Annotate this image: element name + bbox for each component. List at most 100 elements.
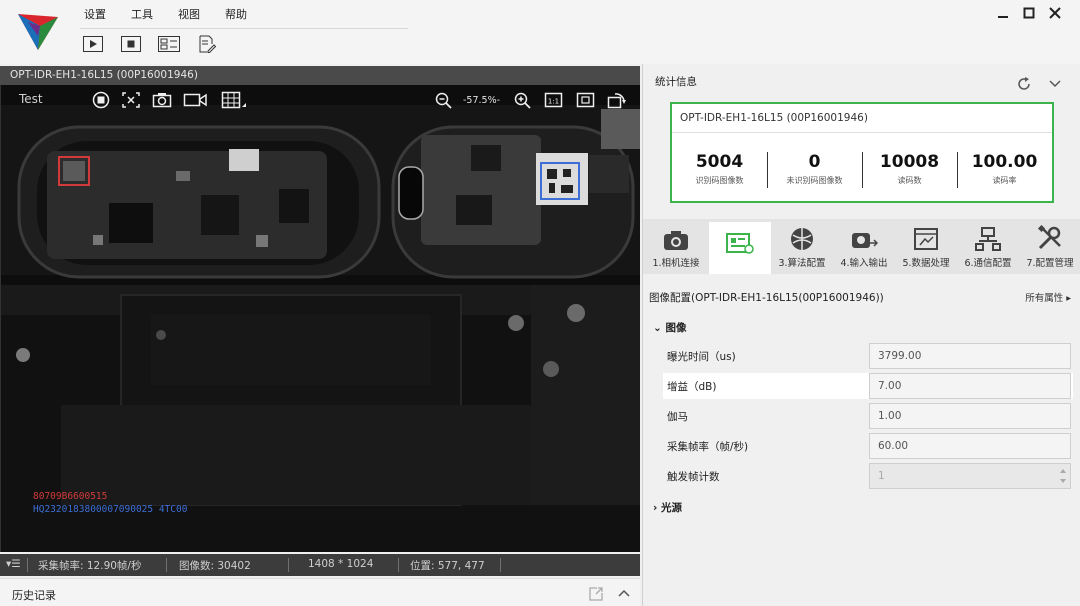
video-icon[interactable] — [183, 91, 209, 109]
tab-label: 5.数据处理 — [902, 258, 950, 269]
tab-config-management[interactable]: 7.配置管理 — [1019, 219, 1080, 274]
data-processing-icon — [914, 228, 938, 250]
param-input[interactable]: 3799.00 — [869, 343, 1071, 369]
tab-label: 3.算法配置 — [778, 258, 826, 269]
tab-io[interactable]: 4.输入输出 — [833, 219, 895, 274]
tab-label: 7.配置管理 — [1026, 258, 1074, 269]
mode-label[interactable]: Test — [19, 92, 43, 106]
edit-button[interactable] — [196, 35, 218, 53]
menu-tools[interactable]: 工具 — [131, 6, 153, 22]
status-menu-icon[interactable]: ▾☰ — [6, 558, 21, 570]
export-icon[interactable] — [588, 586, 604, 602]
param-name: 伽马 — [667, 411, 688, 423]
collapse-up-icon[interactable] — [617, 587, 631, 599]
menu-settings[interactable]: 设置 — [84, 6, 106, 22]
zoom-out-icon[interactable] — [434, 91, 454, 109]
fit-window-icon[interactable] — [576, 91, 596, 109]
menu-bar: 设置 工具 视图 帮助 — [84, 6, 272, 22]
stat-label: 读码数 — [897, 176, 922, 185]
rotate-icon[interactable] — [607, 91, 627, 109]
history-label: 历史记录 — [12, 589, 56, 602]
image-config-icon — [726, 233, 754, 254]
param-input[interactable]: 1.00 — [869, 403, 1071, 429]
stop-icon — [121, 36, 141, 52]
param-input[interactable]: 60.00 — [869, 433, 1071, 459]
refresh-icon[interactable] — [1016, 76, 1032, 92]
tab-data-processing[interactable]: 5.数据处理 — [895, 219, 957, 274]
input-output-icon — [852, 233, 878, 248]
zoom-in-icon[interactable] — [513, 91, 533, 109]
stat-read-rate: 100.00 读码率 — [957, 152, 1052, 186]
stats-device-name: OPT-IDR-EH1-16L15 (00P16001946) — [680, 112, 868, 124]
maximize-button[interactable] — [1016, 4, 1042, 22]
param-row-framerate: 采集帧率（帧/秒) 60.00 — [663, 433, 1073, 459]
config-tabs: 1.相机连接 3.算法配置 4.输入输出 5.数据处理 6.通信配置 7.配置管… — [643, 219, 1080, 274]
target-icon[interactable] — [121, 91, 141, 109]
right-panel: 统计信息 OPT-IDR-EH1-16L15 (00P16001946) 500… — [642, 64, 1080, 606]
status-image-count: 图像数: 30402 — [179, 560, 251, 572]
window-controls — [990, 4, 1068, 22]
play-button[interactable] — [82, 35, 104, 53]
close-button[interactable] — [1042, 4, 1068, 22]
stat-recognized: 5004 识别码图像数 — [672, 152, 767, 186]
param-name: 曝光时间（us) — [667, 351, 736, 363]
tab-label: 1.相机连接 — [652, 258, 700, 269]
spin-arrows-icon[interactable] — [1059, 467, 1067, 485]
tab-camera-connect[interactable]: 1.相机连接 — [645, 219, 707, 274]
camera-viewport[interactable]: Test -57.5%- 1:1 80709B6600515 HQ2320183… — [0, 85, 640, 552]
stop-circle-icon[interactable] — [91, 91, 111, 109]
group-label: 光源 — [660, 502, 682, 514]
app-logo — [18, 14, 58, 50]
status-divider — [27, 558, 28, 572]
grid-icon[interactable] — [221, 91, 247, 109]
actual-size-icon[interactable]: 1:1 — [544, 91, 564, 109]
group-light[interactable]: › 光源 — [653, 500, 682, 515]
param-name: 采集帧率（帧/秒) — [667, 441, 749, 453]
stat-value: 10008 — [879, 152, 940, 172]
tools-icon — [1037, 225, 1061, 250]
config-title: 图像配置(OPT-IDR-EH1-16L15(00P16001946)) — [649, 292, 884, 304]
close-icon — [1049, 7, 1061, 19]
camera-image — [1, 85, 640, 552]
group-label: 图像 — [665, 322, 687, 334]
tab-label: 4.输入输出 — [840, 258, 888, 269]
menu-view[interactable]: 视图 — [178, 6, 200, 22]
chevron-down-icon[interactable] — [1048, 76, 1062, 90]
param-name: 触发帧计数 — [667, 471, 720, 483]
history-panel: 历史记录 — [0, 578, 640, 606]
tab-communication[interactable]: 6.通信配置 — [957, 219, 1019, 274]
config-header: 图像配置(OPT-IDR-EH1-16L15(00P16001946)) 所有属… — [643, 284, 1080, 308]
minimize-icon — [998, 16, 1008, 18]
layout-icon — [158, 36, 180, 52]
menu-help[interactable]: 帮助 — [225, 6, 247, 22]
menu-divider — [80, 28, 408, 29]
stats-actions — [1016, 76, 1062, 92]
play-icon — [83, 36, 103, 52]
status-fps: 采集帧率: 12.90帧/秒 — [38, 560, 142, 572]
svg-text:1:1: 1:1 — [548, 98, 559, 106]
tab-label: 6.通信配置 — [964, 258, 1012, 269]
maximize-icon — [1023, 7, 1035, 19]
camera-overlay-toolbar: Test -57.5%- 1:1 — [1, 85, 640, 117]
tab-image-config[interactable] — [709, 222, 771, 274]
param-row-gamma: 伽马 1.00 — [663, 403, 1073, 429]
stat-label: 未识别码图像数 — [786, 176, 843, 185]
param-input[interactable]: 7.00 — [869, 373, 1071, 399]
param-spinbox[interactable]: 1 — [869, 463, 1071, 489]
title-bar: 设置 工具 视图 帮助 — [0, 0, 1080, 64]
camera-icon[interactable] — [152, 91, 172, 109]
minimize-button[interactable] — [990, 4, 1016, 22]
param-row-gain: 增益（dB) 7.00 — [663, 373, 1073, 399]
group-image[interactable]: ⌄ 图像 — [653, 320, 686, 335]
algorithm-icon — [791, 228, 813, 250]
network-icon — [975, 227, 1001, 251]
all-properties-button[interactable]: 所有属性 ▸ — [1025, 290, 1071, 304]
status-position: 位置: 577, 477 — [410, 560, 485, 572]
stop-button[interactable] — [120, 35, 142, 53]
layout-button[interactable] — [158, 35, 180, 53]
status-bar: ▾☰ 采集帧率: 12.90帧/秒 图像数: 30402 1408 * 1024… — [0, 554, 640, 576]
param-row-trigger-count: 触发帧计数 1 — [663, 463, 1073, 489]
stat-value: 0 — [808, 152, 821, 172]
status-resolution: 1408 * 1024 — [308, 558, 374, 570]
tab-algorithm-config[interactable]: 3.算法配置 — [771, 219, 833, 274]
